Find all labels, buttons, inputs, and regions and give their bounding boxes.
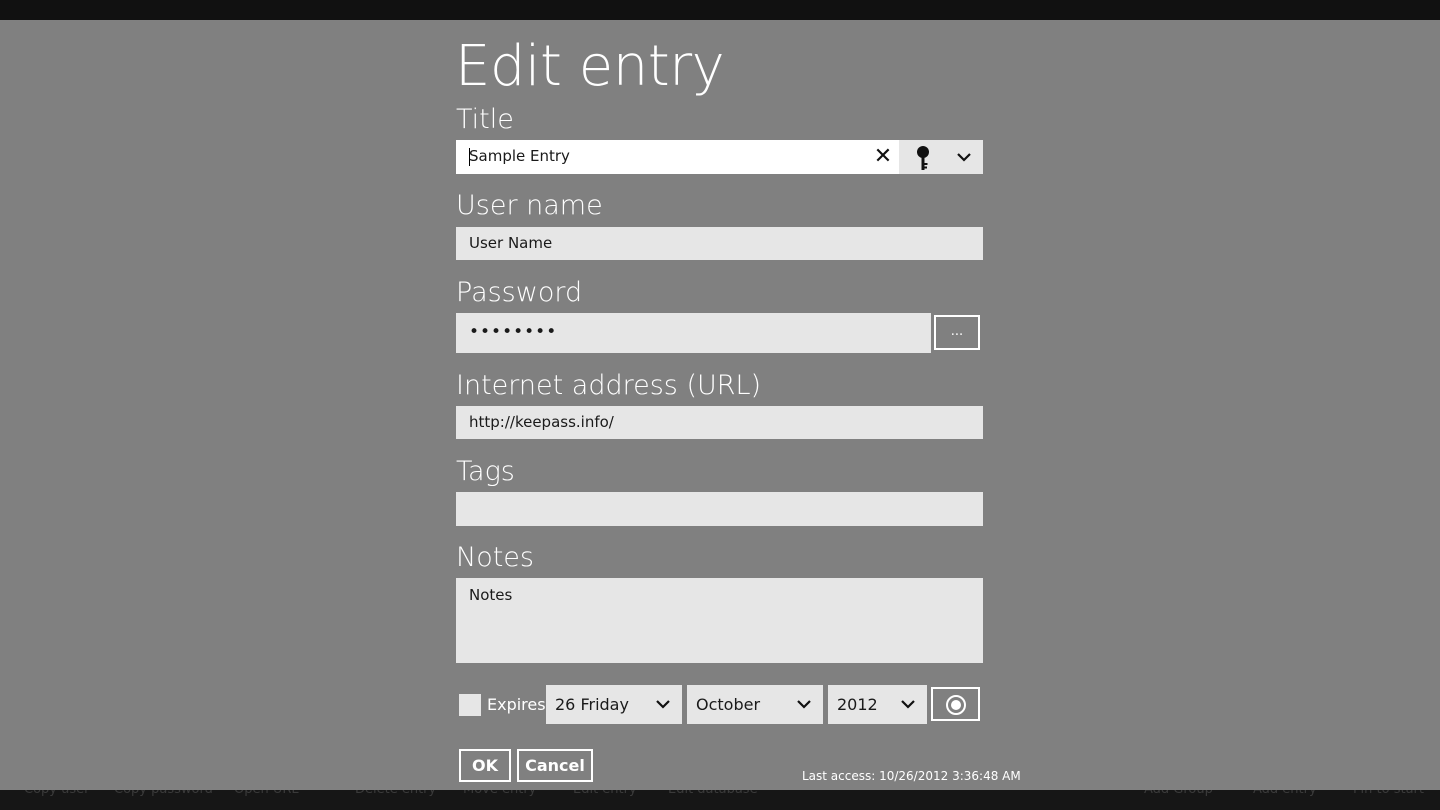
set-now-button[interactable]: [931, 687, 980, 721]
expiry-day-select[interactable]: 26 Friday: [546, 685, 682, 724]
page-title: Edit entry: [455, 34, 725, 99]
notes-label: Notes: [456, 542, 534, 573]
tags-input[interactable]: [456, 492, 983, 526]
top-bar: [0, 0, 1440, 20]
edit-entry-dialog: [0, 20, 1440, 790]
expiry-day-value: 26 Friday: [555, 695, 629, 714]
tags-label: Tags: [456, 456, 515, 487]
notes-value: Notes: [469, 586, 513, 604]
password-input[interactable]: ••••••••: [456, 313, 931, 353]
title-input[interactable]: Sample Entry: [456, 140, 899, 174]
notes-textarea[interactable]: Notes: [456, 578, 983, 663]
key-icon: [917, 146, 929, 170]
chevron-down-icon: [797, 700, 811, 709]
ok-button[interactable]: OK: [459, 749, 511, 782]
chevron-down-icon: [957, 153, 971, 162]
expiry-year-value: 2012: [837, 695, 878, 714]
chevron-down-icon: [656, 700, 670, 709]
url-value: http://keepass.info/: [469, 413, 614, 431]
expiry-year-select[interactable]: 2012: [828, 685, 927, 724]
expires-label: Expires: [487, 695, 546, 714]
icon-picker[interactable]: [899, 140, 983, 174]
expiry-month-select[interactable]: October: [687, 685, 823, 724]
expires-checkbox[interactable]: [459, 694, 481, 716]
clear-icon[interactable]: ✕: [872, 145, 894, 169]
expiry-month-value: October: [696, 695, 761, 714]
cancel-button[interactable]: Cancel: [517, 749, 593, 782]
title-value: Sample Entry: [469, 147, 570, 165]
last-access-text: Last access: 10/26/2012 3:36:48 AM: [802, 769, 1021, 783]
target-icon: [946, 695, 966, 715]
text-caret: [469, 148, 470, 166]
chevron-down-icon: [901, 700, 915, 709]
username-label: User name: [456, 190, 603, 221]
username-input[interactable]: User Name: [456, 227, 983, 260]
password-label: Password: [456, 277, 583, 308]
generate-password-button[interactable]: ...: [934, 315, 980, 350]
username-value: User Name: [469, 234, 553, 252]
url-label: Internet address (URL): [456, 370, 762, 401]
url-input[interactable]: http://keepass.info/: [456, 406, 983, 439]
title-label: Title: [456, 104, 514, 135]
password-value: ••••••••: [469, 322, 558, 342]
